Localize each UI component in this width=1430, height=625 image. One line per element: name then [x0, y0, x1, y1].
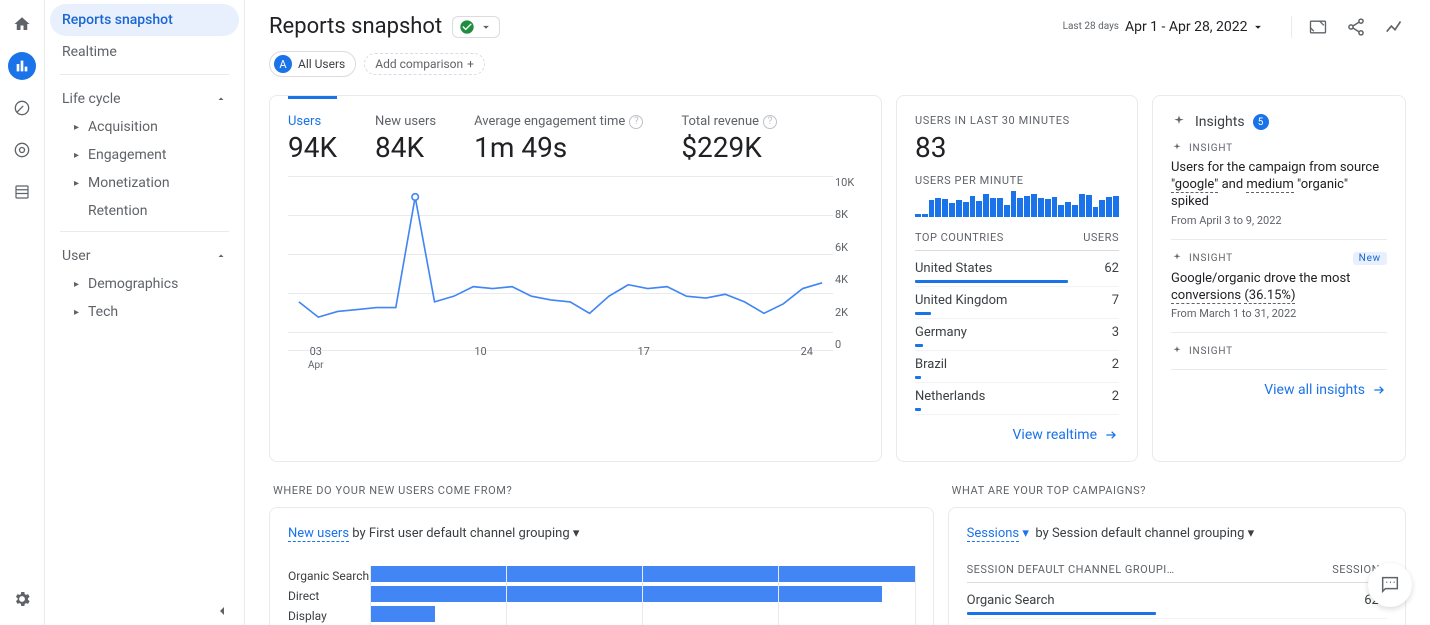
collapse-nav-button[interactable]	[214, 603, 230, 619]
date-range-label: Last 28 days	[1063, 21, 1119, 32]
nav-realtime[interactable]: Realtime	[50, 36, 239, 68]
snapshot-chart-card: Users94K New users84K Average engagement t…	[269, 95, 882, 462]
add-comparison-button[interactable]: Add comparison +	[364, 53, 485, 75]
chevron-down-icon[interactable]: ▾	[573, 526, 580, 541]
segment-all-users[interactable]: A All Users	[269, 51, 356, 77]
nav-sub-tech[interactable]: ▸Tech	[50, 298, 239, 326]
chevron-up-icon	[215, 93, 227, 105]
chevron-down-icon[interactable]: ▾	[1022, 526, 1029, 541]
table-row: Organic Search62K	[967, 587, 1387, 619]
date-range-picker[interactable]: Apr 1 - Apr 28, 2022	[1125, 19, 1265, 35]
arrow-right-icon	[1371, 382, 1387, 398]
nav-sub-retention[interactable]: ▸Retention	[50, 197, 239, 225]
realtime-title: USERS IN LAST 30 MINUTES	[915, 114, 1119, 127]
view-all-insights-link[interactable]: View all insights	[1171, 382, 1387, 398]
nav-sub-engagement[interactable]: ▸Engagement	[50, 141, 239, 169]
kpi-tab[interactable]: Users94K	[288, 114, 337, 164]
explore-icon[interactable]	[8, 94, 36, 122]
insights-icon[interactable]	[1384, 16, 1406, 38]
table-row: Netherlands2	[915, 383, 1119, 415]
plus-icon: +	[467, 57, 474, 71]
help-icon[interactable]: ?	[629, 115, 643, 129]
bar	[370, 586, 882, 602]
insight-item[interactable]: INSIGHTUsers for the campaign from sourc…	[1171, 130, 1387, 240]
sparkle-icon	[1171, 114, 1187, 130]
kpi-tab[interactable]: New users84K	[375, 114, 436, 164]
report-status-chip[interactable]	[452, 16, 500, 38]
kpi-tab[interactable]: Average engagement time?1m 49s	[474, 114, 643, 164]
nav-section-user[interactable]: User	[50, 238, 239, 270]
table-row: Brazil2	[915, 351, 1119, 383]
table-row: Germany3	[915, 319, 1119, 351]
chevron-down-icon[interactable]: ▾	[1248, 526, 1255, 541]
table-header-left: TOP COUNTRIES	[915, 231, 1004, 244]
check-circle-icon	[459, 19, 475, 35]
insights-count-badge: 5	[1253, 114, 1269, 130]
realtime-users-value: 83	[915, 131, 1119, 164]
insights-title: Insights	[1195, 114, 1245, 130]
table-row: United States62	[915, 255, 1119, 287]
nav-sub-acquisition[interactable]: ▸Acquisition	[50, 113, 239, 141]
settings-icon[interactable]	[8, 585, 36, 613]
home-icon[interactable]	[8, 10, 36, 38]
page-title: Reports snapshot	[269, 14, 442, 39]
metric-picker[interactable]: New users	[288, 526, 349, 542]
nav-sub-demographics[interactable]: ▸Demographics	[50, 270, 239, 298]
table-row: United Kingdom7	[915, 287, 1119, 319]
nav-reports-snapshot[interactable]: Reports snapshot	[50, 4, 239, 36]
table-header-right: USERS	[1083, 231, 1119, 244]
nav-section-lifecycle[interactable]: Life cycle	[50, 81, 239, 113]
help-icon[interactable]: ?	[763, 115, 777, 129]
advertising-icon[interactable]	[8, 136, 36, 164]
arrow-right-icon	[1103, 427, 1119, 443]
section-question-sessions: WHAT ARE YOUR TOP CAMPAIGNS?	[952, 484, 1406, 497]
view-realtime-link[interactable]: View realtime	[915, 427, 1119, 443]
table-header-left: SESSION DEFAULT CHANNEL GROUPI…	[967, 563, 1175, 576]
realtime-sub-label: USERS PER MINUTE	[915, 174, 1119, 187]
customize-icon[interactable]	[1308, 17, 1328, 37]
section-question-newusers: WHERE DO YOUR NEW USERS COME FROM?	[273, 484, 934, 497]
realtime-card: USERS IN LAST 30 MINUTES 83 USERS PER MI…	[896, 95, 1138, 462]
share-icon[interactable]	[1346, 17, 1366, 37]
sessions-card: Sessions ▾ by Session default channel gr…	[948, 507, 1406, 625]
metric-picker[interactable]: Sessions	[967, 526, 1020, 542]
kpi-tab[interactable]: Total revenue?$229K	[681, 114, 777, 164]
nav-section-label: Life cycle	[62, 91, 121, 107]
reports-icon[interactable]	[8, 52, 36, 80]
new-users-card: New users by First user default channel …	[269, 507, 934, 625]
configure-icon[interactable]	[8, 178, 36, 206]
feedback-button[interactable]	[1368, 563, 1412, 607]
insight-item[interactable]: INSIGHTNewGoogle/organic drove the most …	[1171, 240, 1387, 334]
insight-item[interactable]: INSIGHT	[1171, 333, 1387, 370]
nav-section-label: User	[62, 248, 90, 264]
chevron-up-icon	[215, 250, 227, 262]
bar	[370, 606, 435, 622]
table-row: Direct51K	[967, 619, 1387, 625]
nav-sub-monetization[interactable]: ▸Monetization	[50, 169, 239, 197]
chevron-down-icon	[479, 20, 493, 34]
insights-card: Insights 5 INSIGHTUsers for the campaign…	[1152, 95, 1406, 462]
